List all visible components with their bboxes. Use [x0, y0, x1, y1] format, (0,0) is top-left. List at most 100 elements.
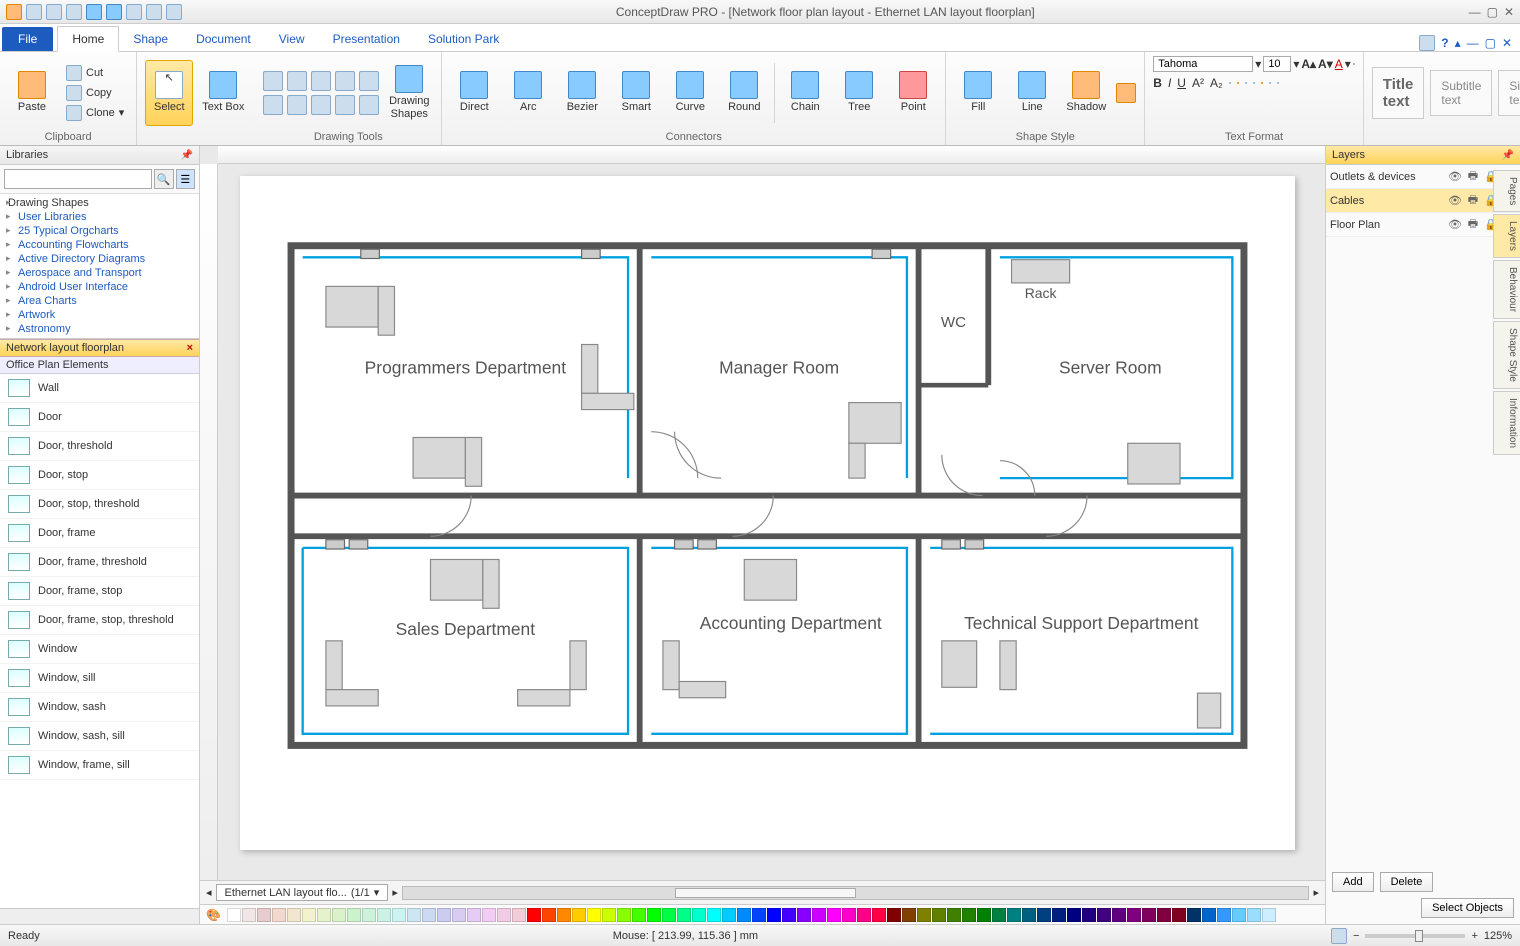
- palette-swatch[interactable]: [242, 908, 256, 922]
- page-tab-dropdown-icon[interactable]: ▾: [374, 886, 380, 899]
- decrease-font-icon[interactable]: A▾: [1318, 57, 1333, 71]
- qat-redo-icon[interactable]: [106, 4, 122, 20]
- drawing-shapes-button[interactable]: Drawing Shapes: [385, 60, 433, 126]
- maximize-icon[interactable]: ▢: [1487, 5, 1498, 19]
- palette-swatch[interactable]: [497, 908, 511, 922]
- print-icon[interactable]: 🖶: [1466, 191, 1480, 210]
- title-text-preset[interactable]: Title text: [1372, 67, 1425, 119]
- fill-button[interactable]: Fill: [954, 60, 1002, 126]
- tab-view[interactable]: View: [265, 27, 319, 51]
- floorplan-svg[interactable]: Programmers Department Manager Room WC R…: [240, 176, 1295, 850]
- sidetab-layers[interactable]: Layers: [1493, 214, 1520, 258]
- select-button[interactable]: ↖Select: [145, 60, 193, 126]
- subtitle-text-preset[interactable]: Subtitle text: [1430, 70, 1492, 116]
- tree-item[interactable]: Area Charts: [4, 294, 195, 308]
- qat-new-icon[interactable]: [26, 4, 42, 20]
- palette-swatch[interactable]: [392, 908, 406, 922]
- open-library-header[interactable]: Network layout floorplan ×: [0, 339, 199, 357]
- palette-swatch[interactable]: [257, 908, 271, 922]
- clone-button[interactable]: Clone ▾: [62, 104, 128, 122]
- ribbon-min-icon[interactable]: ▴: [1455, 36, 1461, 50]
- palette-swatch[interactable]: [1142, 908, 1156, 922]
- add-layer-button[interactable]: Add: [1332, 872, 1374, 892]
- palette-swatch[interactable]: [992, 908, 1006, 922]
- palette-swatch[interactable]: [542, 908, 556, 922]
- connector-point-button[interactable]: Point: [889, 60, 937, 126]
- palette-swatch[interactable]: [1112, 908, 1126, 922]
- file-tab[interactable]: File: [2, 27, 53, 51]
- palette-swatch[interactable]: [692, 908, 706, 922]
- shape-curve-icon[interactable]: [359, 71, 379, 91]
- qat-apps-icon[interactable]: [66, 4, 82, 20]
- shape-ellipse-icon[interactable]: [287, 71, 307, 91]
- palette-swatch[interactable]: [827, 908, 841, 922]
- clear-format-icon[interactable]: [1353, 63, 1355, 65]
- connector-round-button[interactable]: Round: [720, 60, 768, 126]
- palette-swatch[interactable]: [872, 908, 886, 922]
- tab-shape[interactable]: Shape: [119, 27, 182, 51]
- shape-item[interactable]: Door: [0, 403, 199, 432]
- tab-prev-icon[interactable]: ◂: [206, 886, 212, 899]
- palette-swatch[interactable]: [1007, 908, 1021, 922]
- search-options-button[interactable]: ☰: [176, 169, 196, 189]
- font-name-dropdown-icon[interactable]: ▾: [1255, 57, 1261, 71]
- palette-swatch[interactable]: [437, 908, 451, 922]
- palette-swatch[interactable]: [677, 908, 691, 922]
- palette-swatch[interactable]: [842, 908, 856, 922]
- close-icon[interactable]: ✕: [1504, 5, 1514, 19]
- palette-swatch[interactable]: [272, 908, 286, 922]
- palette-swatch[interactable]: [1052, 908, 1066, 922]
- palette-swatch[interactable]: [1022, 908, 1036, 922]
- visibility-icon[interactable]: 👁: [1448, 194, 1462, 207]
- zoom-out-icon[interactable]: −: [1353, 930, 1359, 942]
- palette-swatch[interactable]: [1232, 908, 1246, 922]
- palette-swatch[interactable]: [947, 908, 961, 922]
- connector-tree-button[interactable]: Tree: [835, 60, 883, 126]
- font-size-dropdown-icon[interactable]: ▾: [1293, 57, 1299, 71]
- connector-smart-button[interactable]: Smart: [612, 60, 660, 126]
- shape-item[interactable]: Window, sash: [0, 693, 199, 722]
- palette-swatch[interactable]: [737, 908, 751, 922]
- palette-options-icon[interactable]: 🎨: [206, 908, 221, 922]
- shape-poly-icon[interactable]: [263, 95, 283, 115]
- palette-swatch[interactable]: [797, 908, 811, 922]
- palette-swatch[interactable]: [1097, 908, 1111, 922]
- palette-swatch[interactable]: [512, 908, 526, 922]
- palette-swatch[interactable]: [857, 908, 871, 922]
- text-box-options-icon[interactable]: [1277, 82, 1279, 84]
- palette-swatch[interactable]: [707, 908, 721, 922]
- shape-arc-icon[interactable]: [335, 71, 355, 91]
- tree-item[interactable]: Accounting Flowcharts: [4, 238, 195, 252]
- connector-direct-button[interactable]: Direct: [450, 60, 498, 126]
- palette-swatch[interactable]: [602, 908, 616, 922]
- palette-swatch[interactable]: [782, 908, 796, 922]
- shape-list[interactable]: Wall Door Door, threshold Door, stop Doo…: [0, 374, 199, 908]
- scroll-right-icon[interactable]: ▸: [1313, 886, 1319, 899]
- palette-swatch[interactable]: [1202, 908, 1216, 922]
- sidetab-pages[interactable]: Pages: [1493, 170, 1520, 212]
- palette-swatch[interactable]: [647, 908, 661, 922]
- connector-bezier-button[interactable]: Bezier: [558, 60, 606, 126]
- palette-swatch[interactable]: [527, 908, 541, 922]
- connector-chain-button[interactable]: Chain: [781, 60, 829, 126]
- layer-row[interactable]: Outlets & devices 👁 🖶 🔒: [1326, 165, 1520, 189]
- palette-swatch[interactable]: [662, 908, 676, 922]
- italic-button[interactable]: I: [1168, 76, 1171, 90]
- palette-swatch[interactable]: [422, 908, 436, 922]
- connector-curve-button[interactable]: Curve: [666, 60, 714, 126]
- connector-arc-button[interactable]: Arc: [504, 60, 552, 126]
- doc-close-icon[interactable]: ✕: [1502, 36, 1512, 50]
- sidetab-shape-style[interactable]: Shape Style: [1493, 321, 1520, 389]
- app-icon[interactable]: [6, 4, 22, 20]
- palette-swatch[interactable]: [752, 908, 766, 922]
- left-panel-scrollbar[interactable]: [0, 908, 199, 924]
- palette-swatch[interactable]: [1217, 908, 1231, 922]
- shape-free-icon[interactable]: [311, 95, 331, 115]
- options-icon[interactable]: [1419, 35, 1435, 51]
- qat-saveall-icon[interactable]: [146, 4, 162, 20]
- palette-swatch[interactable]: [1187, 908, 1201, 922]
- qat-more-icon[interactable]: [166, 4, 182, 20]
- palette-swatch[interactable]: [557, 908, 571, 922]
- shape-more-icon[interactable]: [359, 95, 379, 115]
- shape-item[interactable]: Door, frame: [0, 519, 199, 548]
